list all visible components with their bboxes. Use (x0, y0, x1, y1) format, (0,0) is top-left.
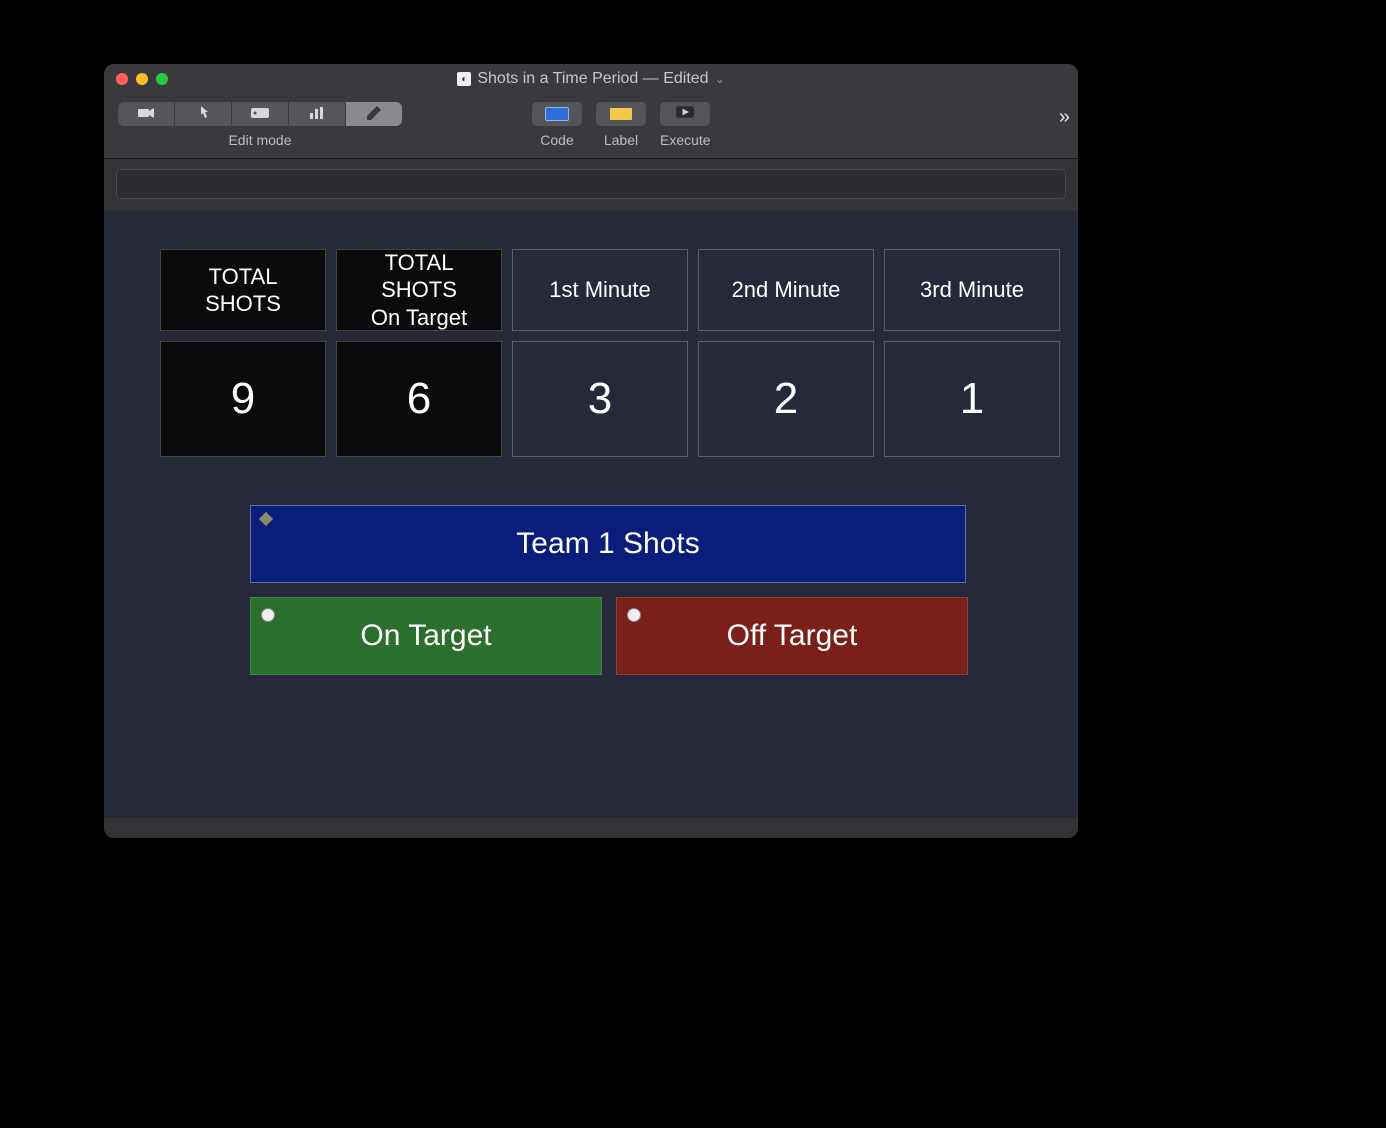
edit-mode-group: Edit mode (118, 102, 402, 148)
on-target-label: On Target (360, 619, 491, 653)
header-total-on-target-line1: TOTAL SHOTS (345, 249, 493, 304)
document-icon: ◐ (457, 72, 471, 86)
team1-shots-label: Team 1 Shots (516, 527, 699, 561)
chevron-down-icon[interactable]: ⌄ (715, 72, 725, 86)
pointer-icon (197, 106, 209, 123)
execute-label: Execute (660, 132, 711, 148)
label-tag-icon (609, 107, 633, 121)
header-3rd-minute[interactable]: 3rd Minute (884, 249, 1060, 331)
code-button-group: Code (532, 102, 582, 148)
maximize-window-button[interactable] (156, 73, 168, 85)
header-total-shots[interactable]: TOTAL SHOTS (160, 249, 326, 331)
dot-icon (627, 608, 641, 622)
header-total-on-target-line2: On Target (345, 304, 493, 332)
off-target-button[interactable]: Off Target (616, 597, 968, 675)
code-tag-icon (545, 107, 569, 121)
search-strip (104, 159, 1078, 211)
execute-button[interactable] (660, 102, 710, 126)
pencil-icon (367, 106, 381, 123)
toolbar: Edit mode Code Label (104, 94, 1078, 159)
close-window-button[interactable] (116, 73, 128, 85)
buttons-area: Team 1 Shots On Target Off Target (120, 505, 1062, 675)
value-3rd-minute[interactable]: 1 (884, 341, 1060, 457)
team1-shots-button[interactable]: Team 1 Shots (250, 505, 966, 583)
toolbar-overflow-button[interactable]: » (1059, 106, 1064, 129)
search-input[interactable] (116, 169, 1066, 199)
value-total-on-target[interactable]: 6 (336, 341, 502, 457)
traffic-lights (116, 73, 168, 85)
mode-segment (118, 102, 402, 126)
chart-mode-button[interactable] (289, 102, 346, 126)
header-2nd-minute[interactable]: 2nd Minute (698, 249, 874, 331)
titlebar: ◐ Shots in a Time Period — Edited ⌄ (104, 64, 1078, 94)
target-buttons-row: On Target Off Target (250, 597, 1062, 675)
code-label: Code (540, 132, 573, 148)
value-2nd-minute[interactable]: 2 (698, 341, 874, 457)
pencil-mode-button[interactable] (346, 102, 402, 126)
off-target-label: Off Target (727, 619, 858, 653)
label-label: Label (604, 132, 638, 148)
pointer-mode-button[interactable] (175, 102, 232, 126)
edit-mode-label: Edit mode (228, 132, 291, 148)
diamond-icon (259, 512, 273, 526)
minimize-window-button[interactable] (136, 73, 148, 85)
value-total-shots[interactable]: 9 (160, 341, 326, 457)
stats-grid: TOTAL SHOTS TOTAL SHOTS On Target 1st Mi… (120, 249, 1062, 457)
value-1st-minute[interactable]: 3 (512, 341, 688, 457)
camera-mode-button[interactable] (118, 102, 175, 126)
canvas: TOTAL SHOTS TOTAL SHOTS On Target 1st Mi… (104, 211, 1078, 815)
header-total-on-target[interactable]: TOTAL SHOTS On Target (336, 249, 502, 331)
header-1st-minute[interactable]: 1st Minute (512, 249, 688, 331)
execute-button-group: Execute (660, 102, 711, 148)
label-button-group: Label (596, 102, 646, 148)
card-mode-button[interactable] (232, 102, 289, 126)
camera-icon (138, 107, 154, 122)
mid-tools: Code Label Execute (532, 102, 711, 148)
on-target-button[interactable]: On Target (250, 597, 602, 675)
code-button[interactable] (532, 102, 582, 126)
app-window: ◐ Shots in a Time Period — Edited ⌄ (104, 64, 1078, 838)
play-icon (676, 105, 694, 124)
window-title: Shots in a Time Period — Edited (477, 70, 708, 88)
card-icon (251, 107, 269, 121)
window-title-area: ◐ Shots in a Time Period — Edited ⌄ (104, 70, 1078, 88)
footer-strip (104, 818, 1078, 838)
dot-icon (261, 608, 275, 622)
label-button[interactable] (596, 102, 646, 126)
chart-icon (310, 107, 324, 122)
